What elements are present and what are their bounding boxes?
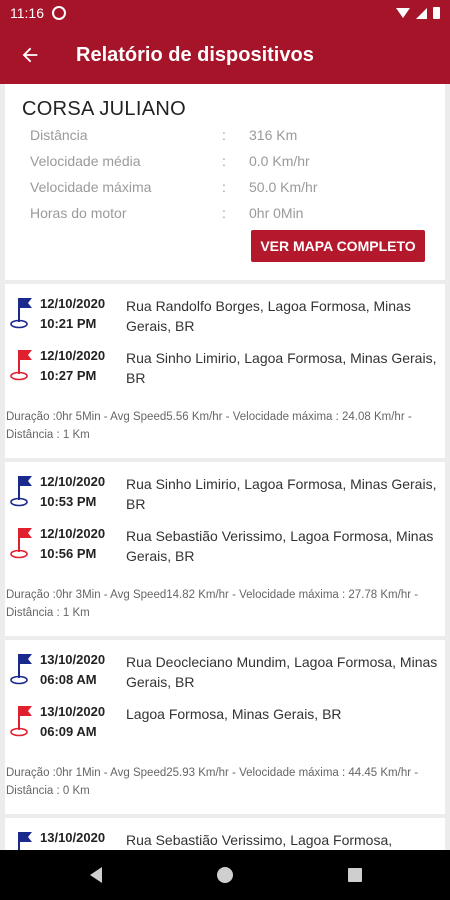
summary-value: 316 Km [249, 127, 298, 143]
arrow-back-icon [22, 47, 38, 63]
summary-value: 50.0 Km/hr [249, 179, 318, 195]
page-title: Relatório de dispositivos [76, 43, 314, 66]
notification-icon [52, 6, 66, 20]
summary-separator: : [222, 179, 226, 195]
trip-end: 12/10/2020 10:56 PM Rua Sebastião Veriss… [5, 526, 445, 570]
trip-start-time: 10:21 PM [40, 316, 97, 331]
summary-value: 0hr 0Min [249, 205, 304, 221]
trip-start-address: Rua Sinho Limirio, Lagoa Formosa, Minas … [126, 476, 437, 512]
trip-end-address: Rua Sebastião Verissimo, Lagoa Formosa, … [126, 528, 434, 564]
trip-end-time: 06:09 AM [40, 724, 97, 739]
trip-card[interactable]: 13/10/2020 06:08 AM Rua Deocleciano Mund… [5, 640, 445, 814]
nav-home-icon[interactable] [217, 867, 233, 883]
trip-summary: Duração :0hr 5Min - Avg Speed5.56 Km/hr … [6, 411, 412, 441]
trip-end-date: 12/10/2020 [40, 526, 106, 541]
trip-start-time: 06:08 AM [40, 672, 97, 687]
trip-end-address: Lagoa Formosa, Minas Gerais, BR [126, 706, 342, 722]
trip-card[interactable]: 13/10/2020 Rua Sebastião Verissimo, Lago… [5, 818, 445, 850]
trip-end-time: 10:56 PM [40, 546, 97, 561]
start-flag-icon [18, 832, 32, 850]
trip-end: 12/10/2020 10:27 PM Rua Sinho Limirio, L… [5, 348, 445, 392]
trip-start-date: 13/10/2020 [40, 652, 106, 667]
summary-label: Velocidade máxima [30, 179, 152, 195]
start-flag-icon [10, 654, 32, 685]
status-time: 11:16 [10, 5, 44, 21]
trip-summary: Duração :0hr 1Min - Avg Speed25.93 Km/hr… [6, 767, 419, 797]
summary-row-distance: Distância : 316 Km [30, 127, 430, 147]
trip-end: 13/10/2020 06:09 AM Lagoa Formosa, Minas… [5, 704, 445, 748]
start-flag-icon [10, 298, 32, 329]
end-flag-icon [10, 706, 32, 737]
summary-row-max-speed: Velocidade máxima : 50.0 Km/hr [30, 179, 430, 199]
device-name: CORSA JULIANO [22, 98, 186, 120]
nav-back-icon[interactable] [90, 867, 102, 883]
back-button[interactable] [0, 26, 60, 84]
device-summary-card: CORSA JULIANO Distância : 316 Km Velocid… [5, 84, 445, 280]
trip-card[interactable]: 12/10/2020 10:53 PM Rua Sinho Limirio, L… [5, 462, 445, 636]
trip-end-date: 13/10/2020 [40, 704, 106, 719]
end-flag-icon [10, 350, 32, 381]
trip-summary: Duração :0hr 3Min - Avg Speed14.82 Km/hr… [6, 589, 419, 619]
summary-label: Distância [30, 127, 88, 143]
end-flag-icon [10, 528, 32, 559]
trip-start-date: 12/10/2020 [40, 296, 106, 311]
trip-start-address: Rua Sebastião Verissimo, Lagoa Formosa, [126, 832, 393, 848]
start-flag-icon [10, 476, 32, 507]
trip-start-date: 12/10/2020 [40, 474, 106, 489]
summary-separator: : [222, 205, 226, 221]
trip-end-date: 12/10/2020 [40, 348, 106, 363]
summary-row-avg-speed: Velocidade média : 0.0 Km/hr [30, 153, 430, 173]
trip-card[interactable]: 12/10/2020 10:21 PM Rua Randolfo Borges,… [5, 284, 445, 458]
system-nav-bar [0, 850, 450, 900]
summary-value: 0.0 Km/hr [249, 153, 310, 169]
summary-label: Horas do motor [30, 205, 127, 221]
battery-icon [433, 7, 440, 19]
trip-start-address: Rua Deocleciano Mundim, Lagoa Formosa, M… [126, 654, 438, 690]
trip-start: 13/10/2020 06:08 AM Rua Deocleciano Mund… [5, 652, 445, 696]
summary-separator: : [222, 153, 226, 169]
trip-end-time: 10:27 PM [40, 368, 97, 383]
trip-start-time: 10:53 PM [40, 494, 97, 509]
wifi-icon [396, 8, 410, 18]
trip-start: 12/10/2020 10:53 PM Rua Sinho Limirio, L… [5, 474, 445, 518]
summary-separator: : [222, 127, 226, 143]
summary-row-engine-hours: Horas do motor : 0hr 0Min [30, 205, 430, 225]
trip-start: 12/10/2020 10:21 PM Rua Randolfo Borges,… [5, 296, 445, 340]
summary-label: Velocidade média [30, 153, 141, 169]
status-bar: 11:16 [0, 0, 450, 26]
trip-start-address: Rua Randolfo Borges, Lagoa Formosa, Mina… [126, 298, 411, 334]
trip-end-address: Rua Sinho Limirio, Lagoa Formosa, Minas … [126, 350, 437, 386]
signal-icon [416, 7, 427, 19]
view-full-map-button[interactable]: VER MAPA COMPLETO [251, 230, 425, 262]
trip-start: 13/10/2020 Rua Sebastião Verissimo, Lago… [5, 830, 445, 850]
trip-start-date: 13/10/2020 [40, 830, 106, 845]
nav-recents-icon[interactable] [348, 868, 362, 882]
app-bar: Relatório de dispositivos [0, 26, 450, 84]
